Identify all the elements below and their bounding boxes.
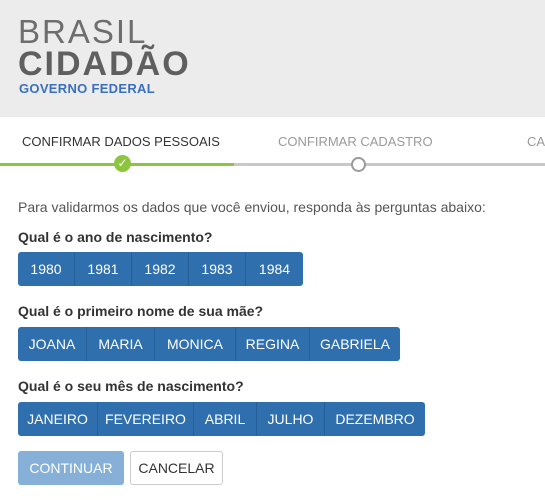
option-1980[interactable]: 1980 [18,252,75,286]
option-1982[interactable]: 1982 [132,252,189,286]
question-mes: Qual é o seu mês de nascimento? [18,378,244,394]
check-icon: ✓ [114,155,131,172]
option-julho[interactable]: JULHO [257,402,325,436]
option-1983[interactable]: 1983 [189,252,246,286]
option-joana[interactable]: JOANA [18,327,87,361]
circle-icon [351,157,366,172]
logo-cidadao: CIDADÃO [18,45,191,83]
option-dezembro[interactable]: DEZEMBRO [325,402,425,436]
option-1984[interactable]: 1984 [246,252,303,286]
option-abril[interactable]: ABRIL [194,402,257,436]
option-gabriela[interactable]: GABRIELA [310,327,400,361]
question-nome-mae: Qual é o primeiro nome de sua mãe? [18,303,264,319]
step-confirmar-cadastro: CONFIRMAR CADASTRO [278,134,433,149]
options-mes: JANEIRO FEVEREIRO ABRIL JULHO DEZEMBRO [18,402,425,436]
step-confirmar-dados-pessoais: CONFIRMAR DADOS PESSOAIS [22,134,220,149]
options-ano: 1980 1981 1982 1983 1984 [18,252,303,286]
continue-button[interactable]: CONTINUAR [18,451,124,485]
header: BRASIL CIDADÃO GOVERNO FEDERAL [0,0,545,117]
option-1981[interactable]: 1981 [75,252,132,286]
option-janeiro[interactable]: JANEIRO [18,402,98,436]
option-fevereiro[interactable]: FEVEREIRO [98,402,194,436]
question-ano: Qual é o ano de nascimento? [18,229,213,245]
cancel-button[interactable]: CANCELAR [130,451,223,485]
option-regina[interactable]: REGINA [236,327,310,361]
options-nome-mae: JOANA MARIA MONICA REGINA GABRIELA [18,327,400,361]
option-maria[interactable]: MARIA [87,327,155,361]
step-third: CA [527,134,545,149]
intro-text: Para validarmos os dados que você enviou… [18,199,486,215]
logo-governo-federal: GOVERNO FEDERAL [19,81,155,96]
option-monica[interactable]: MONICA [155,327,236,361]
progress-steps: CONFIRMAR DADOS PESSOAIS CONFIRMAR CADAS… [0,117,545,177]
